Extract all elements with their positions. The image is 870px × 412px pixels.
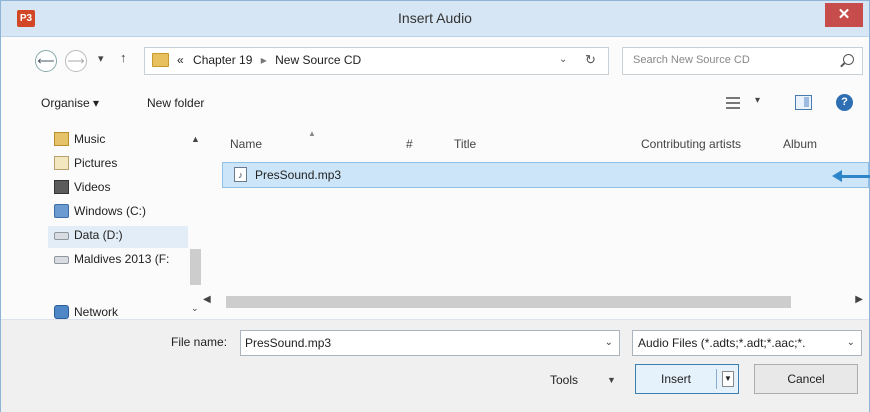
forward-button[interactable]: ⟶ bbox=[65, 50, 87, 72]
title-bar: P3 Insert Audio ✕ bbox=[1, 1, 869, 37]
column-header-contributing-artists[interactable]: Contributing artists bbox=[641, 137, 741, 151]
recent-locations-chevron-icon[interactable]: ▾ bbox=[98, 52, 104, 65]
cancel-button[interactable]: Cancel bbox=[754, 364, 858, 394]
insert-split-divider bbox=[716, 369, 717, 389]
dialog-title: Insert Audio bbox=[398, 10, 472, 26]
breadcrumb-separator-icon[interactable]: ▸ bbox=[261, 53, 267, 67]
scroll-left-icon[interactable]: ◀ bbox=[203, 294, 211, 305]
sidebar-expand-network-icon[interactable]: ⌄ bbox=[191, 303, 199, 314]
file-type-chevron-icon[interactable]: ⌄ bbox=[847, 337, 855, 348]
sidebar-item-label: Network bbox=[74, 305, 119, 319]
sidebar-item-label: Pictures bbox=[74, 156, 118, 170]
address-bar[interactable]: « Chapter 19 ▸ New Source CD ⌄ ↻ bbox=[144, 47, 609, 75]
callout-arrow-icon bbox=[832, 169, 870, 183]
insert-button[interactable]: Insert ▼ bbox=[635, 364, 739, 394]
videos-folder-icon bbox=[54, 180, 69, 194]
navigation-bar: ⟵ ⟶ ▾ ↑ « Chapter 19 ▸ New Source CD ⌄ ↻… bbox=[1, 43, 869, 81]
scroll-right-icon[interactable]: ▶ bbox=[855, 294, 863, 305]
insert-button-label: Insert bbox=[660, 372, 691, 386]
file-name-value[interactable]: PresSound.mp3 bbox=[245, 336, 331, 350]
help-icon[interactable]: ? bbox=[836, 94, 853, 111]
tools-button[interactable]: Tools bbox=[550, 373, 578, 387]
column-header-title[interactable]: Title bbox=[454, 137, 476, 151]
horizontal-scrollbar[interactable]: ◀ ▶ bbox=[201, 294, 869, 311]
sidebar-item-label: Videos bbox=[74, 180, 111, 194]
insert-audio-dialog: P3 Insert Audio ✕ ⟵ ⟶ ▾ ↑ « Chapter 19 ▸… bbox=[0, 0, 870, 412]
search-box[interactable]: Search New Source CD bbox=[622, 47, 863, 75]
search-input[interactable]: Search New Source CD bbox=[633, 54, 750, 66]
breadcrumb-overflow[interactable]: « bbox=[177, 53, 184, 67]
refresh-icon[interactable]: ↻ bbox=[585, 52, 596, 68]
tools-chevron-icon[interactable]: ▼ bbox=[607, 375, 616, 385]
new-folder-button[interactable]: New folder bbox=[147, 96, 204, 110]
drive-icon bbox=[54, 204, 69, 218]
breadcrumb-item-new-source-cd[interactable]: New Source CD bbox=[275, 53, 361, 67]
callout-arrow-shaft bbox=[840, 175, 870, 178]
callout-arrow-head bbox=[832, 170, 842, 182]
audio-file-icon: ♪ bbox=[234, 167, 247, 182]
column-header-name[interactable]: Name bbox=[230, 137, 262, 151]
external-drive-icon bbox=[54, 256, 69, 264]
view-options-chevron-icon[interactable]: ▾ bbox=[755, 95, 760, 106]
breadcrumb: « Chapter 19 ▸ New Source CD bbox=[177, 53, 361, 67]
music-folder-icon bbox=[54, 132, 69, 146]
sort-ascending-icon: ▲ bbox=[308, 129, 316, 138]
dialog-footer: File name: PresSound.mp3 ⌄ Audio Files (… bbox=[1, 319, 869, 412]
horizontal-scrollbar-thumb[interactable] bbox=[226, 296, 791, 308]
preview-pane-icon[interactable] bbox=[795, 95, 812, 110]
file-type-select[interactable]: Audio Files (*.adts;*.adt;*.aac;*. ⌄ bbox=[632, 330, 862, 356]
file-row[interactable]: ♪ PresSound.mp3 bbox=[222, 162, 869, 188]
column-header-album[interactable]: Album bbox=[783, 137, 817, 151]
network-icon bbox=[54, 305, 69, 319]
insert-options-chevron-icon[interactable]: ▼ bbox=[722, 371, 734, 387]
sidebar-scroll-up-icon[interactable]: ▲ bbox=[191, 134, 200, 144]
command-bar: Organise ▾ New folder ▾ ? bbox=[1, 89, 869, 119]
folder-icon bbox=[152, 53, 169, 67]
column-header-number[interactable]: # bbox=[406, 137, 413, 151]
close-button[interactable]: ✕ bbox=[825, 3, 863, 27]
external-drive-icon bbox=[54, 232, 69, 240]
sidebar-item-data-d[interactable]: Data (D:) bbox=[48, 226, 188, 248]
up-button[interactable]: ↑ bbox=[120, 50, 127, 65]
navigation-pane: Music Pictures Videos Windows (C:) Data … bbox=[36, 126, 203, 326]
sidebar-item-label: Data (D:) bbox=[74, 228, 123, 242]
sidebar-item-label: Windows (C:) bbox=[74, 204, 147, 218]
sidebar-scrollbar-thumb[interactable] bbox=[190, 249, 201, 285]
file-name-dropdown-chevron-icon[interactable]: ⌄ bbox=[605, 337, 613, 348]
file-name-field[interactable]: PresSound.mp3 ⌄ bbox=[240, 330, 620, 356]
organise-button[interactable]: Organise ▾ bbox=[41, 96, 99, 110]
change-view-icon[interactable] bbox=[726, 97, 740, 109]
breadcrumb-item-chapter-19[interactable]: Chapter 19 bbox=[193, 53, 252, 67]
sidebar-item-label: Maldives 2013 (F: bbox=[74, 252, 170, 266]
file-name: PresSound.mp3 bbox=[255, 168, 342, 182]
pictures-folder-icon bbox=[54, 156, 69, 170]
sidebar-item-label: Music bbox=[74, 132, 106, 146]
file-type-value[interactable]: Audio Files (*.adts;*.adt;*.aac;*. bbox=[638, 336, 805, 350]
file-name-label: File name: bbox=[171, 335, 228, 349]
address-dropdown-chevron-icon[interactable]: ⌄ bbox=[559, 54, 567, 65]
back-button[interactable]: ⟵ bbox=[35, 50, 57, 72]
search-icon[interactable] bbox=[843, 54, 854, 65]
column-headers: ▲ Name # Title Contributing artists Albu… bbox=[213, 129, 869, 157]
